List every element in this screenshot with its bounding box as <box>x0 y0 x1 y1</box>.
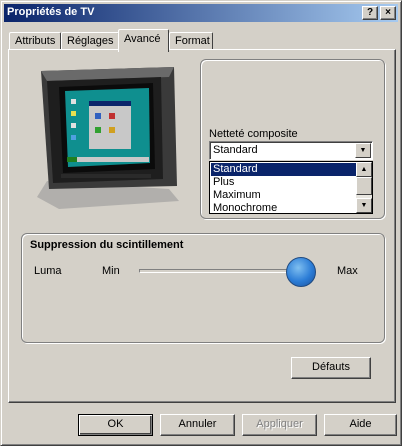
slider-min-label: Min <box>102 265 120 277</box>
sharpness-combobox[interactable]: Standard ▼ <box>209 141 373 160</box>
defaults-button[interactable]: Défauts <box>291 357 371 379</box>
slider-max-label: Max <box>337 265 358 277</box>
list-item-monochrome[interactable]: Monochrome <box>211 202 359 215</box>
title-bar[interactable]: Propriétés de TV ? × <box>4 4 398 22</box>
ok-button[interactable]: OK <box>78 414 153 436</box>
tv-image <box>29 61 181 211</box>
help-button[interactable]: Aide <box>324 414 397 436</box>
sharpness-value: Standard <box>213 144 258 156</box>
close-button[interactable]: × <box>380 6 396 20</box>
luma-slider-knob[interactable] <box>286 257 316 287</box>
dialog-window: Propriétés de TV ? × Attributs Réglages … <box>0 0 402 446</box>
chevron-down-icon[interactable]: ▼ <box>355 143 371 158</box>
scroll-up-icon[interactable]: ▲ <box>356 162 372 177</box>
cancel-button[interactable]: Annuler <box>160 414 235 436</box>
sharpness-dropdown-list[interactable]: Standard Plus Maximum Monochrome ▲ ▼ <box>209 161 373 214</box>
window-title: Propriétés de TV <box>7 6 95 18</box>
list-item-plus[interactable]: Plus <box>211 176 359 189</box>
list-item-standard[interactable]: Standard <box>211 163 359 176</box>
luma-slider-track[interactable] <box>139 269 299 273</box>
tab-attributs[interactable]: Attributs <box>9 32 61 50</box>
luma-label: Luma <box>34 265 62 277</box>
help-title-button[interactable]: ? <box>362 6 378 20</box>
tab-reglages[interactable]: Réglages <box>61 32 119 50</box>
scroll-down-icon[interactable]: ▼ <box>356 198 372 213</box>
scroll-thumb[interactable] <box>356 177 372 195</box>
list-scrollbar[interactable]: ▲ ▼ <box>356 162 372 213</box>
list-item-maximum[interactable]: Maximum <box>211 189 359 202</box>
sharpness-label: Netteté composite <box>209 128 298 140</box>
tab-format[interactable]: Format <box>169 32 213 50</box>
flicker-title: Suppression du scintillement <box>30 239 184 251</box>
tab-avance[interactable]: Avancé <box>118 29 169 52</box>
apply-button[interactable]: Appliquer <box>242 414 317 436</box>
